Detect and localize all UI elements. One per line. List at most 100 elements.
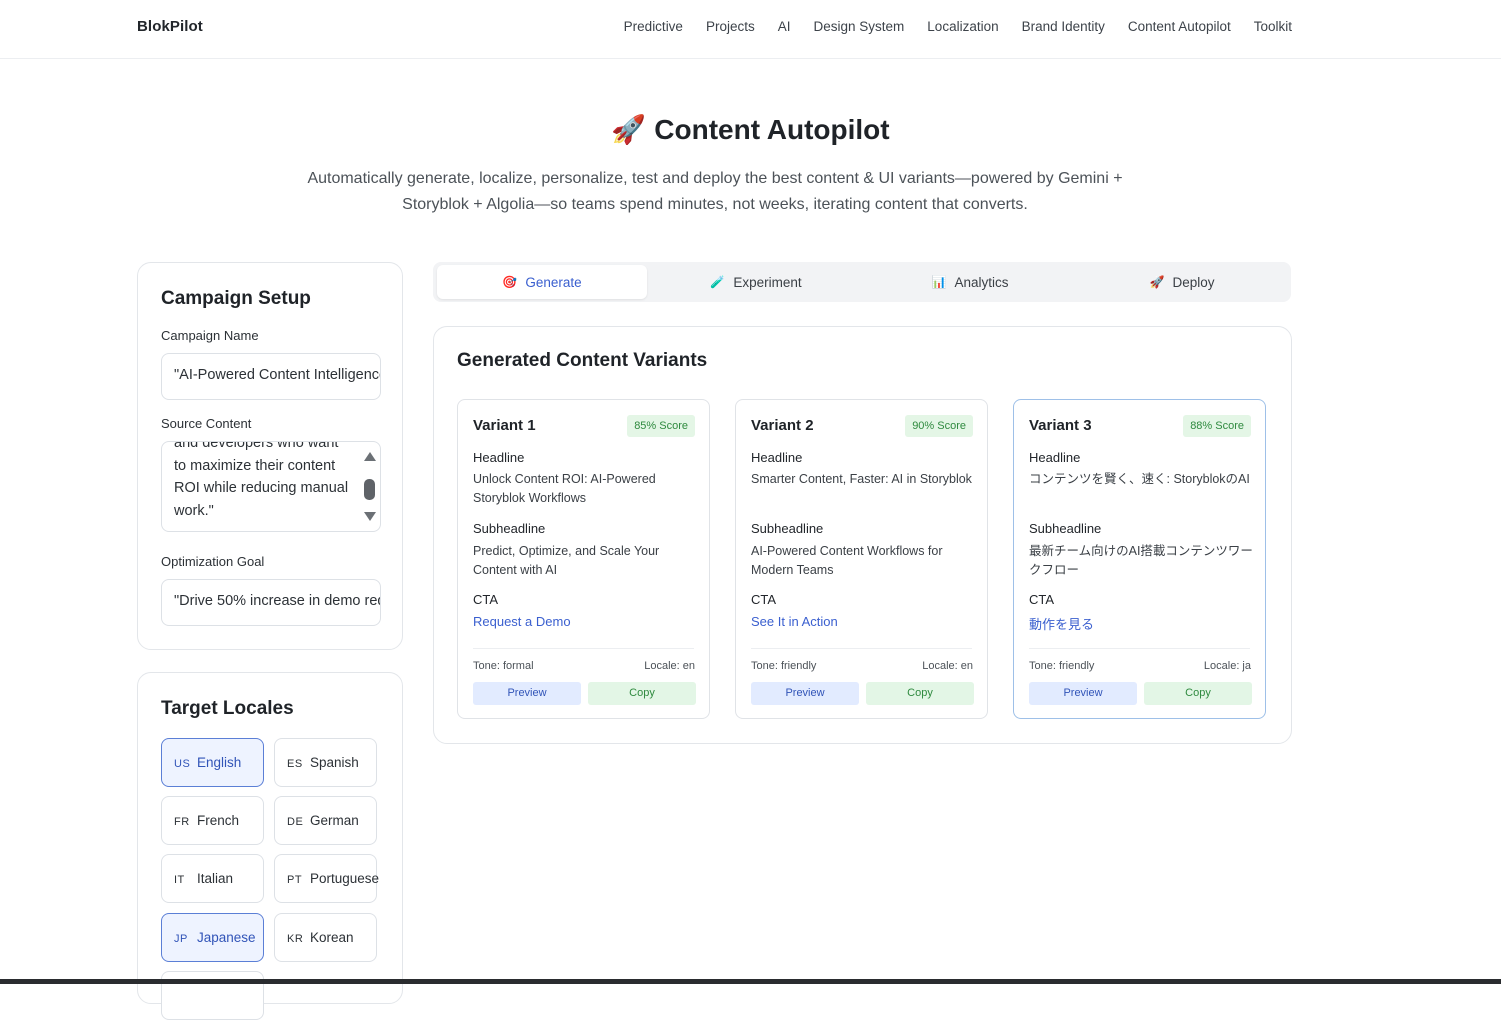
copy-button[interactable]: Copy <box>588 682 696 705</box>
scroll-down-arrow-icon[interactable] <box>364 512 376 521</box>
variant-card-3[interactable]: Variant 3 88% Score Headline コンテンツを賢く、速く… <box>1013 399 1266 719</box>
tab-label: Deploy <box>1172 274 1215 290</box>
nav-link-design-system[interactable]: Design System <box>814 19 905 34</box>
locale-option-german[interactable]: DE German <box>274 796 377 845</box>
variant-card-2[interactable]: Variant 2 90% Score Headline Smarter Con… <box>735 399 988 719</box>
preview-button[interactable]: Preview <box>1029 682 1137 705</box>
autopilot-tabs: 🎯 Generate 🧪 Experiment 📊 Analytics 🚀 De… <box>433 262 1291 302</box>
locale-option-spanish[interactable]: ES Spanish <box>274 738 377 787</box>
cta-link[interactable]: See It in Action <box>751 614 838 629</box>
locale-name: Italian <box>197 871 234 886</box>
locale-code: IT <box>174 874 185 886</box>
campaign-setup-card: Campaign Setup Campaign Name "AI-Powered… <box>137 262 403 650</box>
locale-name: Korean <box>310 930 354 945</box>
generated-variants-title: Generated Content Variants <box>457 350 708 371</box>
tab-label: Generate <box>525 274 582 290</box>
locale-option-english[interactable]: US English <box>161 738 264 787</box>
locale-code: KR <box>287 933 304 945</box>
cta-label: CTA <box>473 592 499 607</box>
window-bottom-edge <box>0 979 1501 984</box>
locale-text: Locale: en <box>644 660 695 672</box>
tab-generate[interactable]: 🎯 Generate <box>437 265 647 299</box>
headline-text: Unlock Content ROI: AI-Powered Storyblok… <box>473 472 656 505</box>
nav-link-content-autopilot[interactable]: Content Autopilot <box>1128 19 1231 34</box>
locale-option-italian[interactable]: IT Italian <box>161 854 264 903</box>
source-content-label: Source Content <box>161 416 252 431</box>
locale-name: Japanese <box>197 930 256 945</box>
locale-code: FR <box>174 816 190 828</box>
locale-code: PT <box>287 874 303 886</box>
variant-title: Variant 3 <box>1029 417 1092 434</box>
cta-link[interactable]: Request a Demo <box>473 614 571 629</box>
locale-name: French <box>197 813 240 828</box>
score-badge: 85% Score <box>627 415 695 437</box>
cta-label: CTA <box>1029 592 1055 607</box>
divider <box>1029 648 1250 649</box>
copy-button[interactable]: Copy <box>866 682 974 705</box>
cta-link[interactable]: 動作を見る <box>1029 614 1094 633</box>
scroll-up-arrow-icon[interactable] <box>364 452 376 461</box>
locale-option-japanese[interactable]: JP Japanese <box>161 913 264 962</box>
tab-analytics[interactable]: 📊 Analytics <box>865 265 1075 299</box>
target-icon: 🎯 <box>502 275 518 289</box>
page-title: 🚀 Content Autopilot <box>0 113 1501 146</box>
locale-text: Locale: ja <box>1203 660 1251 672</box>
locale-name: English <box>197 755 242 770</box>
subheadline-label: Subheadline <box>751 521 824 536</box>
optimization-goal-input[interactable]: "Drive 50% increase in demo requests <box>161 579 381 626</box>
headline-label: Headline <box>473 450 525 465</box>
tab-experiment[interactable]: 🧪 Experiment <box>651 265 861 299</box>
locale-option-portuguese[interactable]: PT Portuguese <box>274 854 379 903</box>
tab-label: Experiment <box>733 274 802 290</box>
locale-option-korean[interactable]: KR Korean <box>274 913 377 962</box>
divider <box>473 648 694 649</box>
score-badge: 90% Score <box>905 415 973 437</box>
preview-button[interactable]: Preview <box>473 682 581 705</box>
locale-code: JP <box>174 933 188 945</box>
rocket-icon: 🚀 <box>1149 275 1165 289</box>
score-badge: 88% Score <box>1183 415 1251 437</box>
tone-text: Tone: formal <box>473 660 534 672</box>
nav-link-ai[interactable]: AI <box>778 19 791 34</box>
locale-code: DE <box>287 816 304 828</box>
headline-text: コンテンツを賢く、速く: StoryblokのAI <box>1029 472 1250 486</box>
target-locales-card: Target Locales US English ES Spanish FR … <box>137 672 403 1020</box>
nav-link-brand-identity[interactable]: Brand Identity <box>1022 19 1105 34</box>
variant-card-1[interactable]: Variant 1 85% Score Headline Unlock Cont… <box>457 399 710 719</box>
target-locales-title: Target Locales <box>161 698 294 719</box>
tab-label: Analytics <box>954 274 1009 290</box>
test-tube-icon: 🧪 <box>710 275 726 289</box>
subheadline-label: Subheadline <box>473 521 546 536</box>
locale-option-french[interactable]: FR French <box>161 796 264 845</box>
top-navbar: BlokPilot Predictive Projects AI Design … <box>0 0 1501 59</box>
page-subtitle: Automatically generate, localize, person… <box>307 170 1123 213</box>
divider <box>751 648 972 649</box>
tone-text: Tone: friendly <box>751 660 817 672</box>
scrollbar-thumb[interactable] <box>364 479 375 500</box>
locale-name: Spanish <box>310 755 359 770</box>
preview-button[interactable]: Preview <box>751 682 859 705</box>
nav-link-toolkit[interactable]: Toolkit <box>1254 19 1292 34</box>
optimization-goal-value: "Drive 50% increase in demo requests <box>174 593 380 609</box>
nav-link-projects[interactable]: Projects <box>706 19 755 34</box>
page-title-text: Content Autopilot <box>654 114 890 145</box>
subheadline-text: AI-Powered Content Workflows for Modern … <box>751 544 943 577</box>
copy-button[interactable]: Copy <box>1144 682 1252 705</box>
campaign-name-label: Campaign Name <box>161 328 259 343</box>
campaign-name-input[interactable]: "AI-Powered Content Intelligence <box>161 353 381 400</box>
source-content-textarea[interactable]: and developers who want to maximize thei… <box>161 441 381 532</box>
nav-link-predictive[interactable]: Predictive <box>624 19 683 34</box>
tab-deploy[interactable]: 🚀 Deploy <box>1077 265 1287 299</box>
nav-link-localization[interactable]: Localization <box>927 19 998 34</box>
campaign-name-value: "AI-Powered Content Intelligence <box>174 367 381 383</box>
subheadline-label: Subheadline <box>1029 521 1102 536</box>
optimization-goal-label: Optimization Goal <box>161 554 265 569</box>
headline-text: Smarter Content, Faster: AI in Storyblok <box>751 472 972 486</box>
locale-text: Locale: en <box>922 660 973 672</box>
tone-text: Tone: friendly <box>1029 660 1095 672</box>
rocket-icon: 🚀 <box>611 114 647 145</box>
brand-logo[interactable]: BlokPilot <box>137 18 203 35</box>
subheadline-text: 最新チーム向けのAI搭載コンテンツワークフロー <box>1029 544 1253 577</box>
cta-label: CTA <box>751 592 777 607</box>
locale-code: ES <box>287 758 303 770</box>
